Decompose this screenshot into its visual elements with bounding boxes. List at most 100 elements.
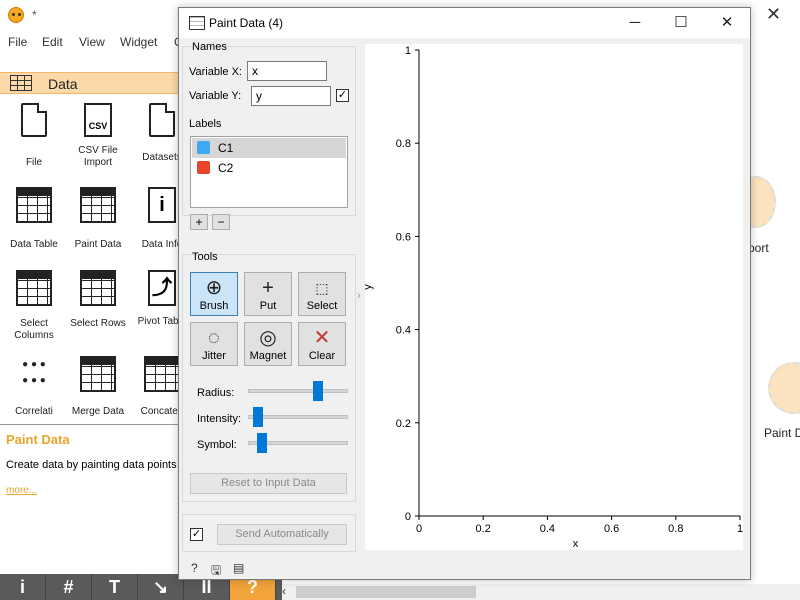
paint-plot-area[interactable]: 0 0.2 0.4 0.6 0.8 1 0 0.2 0.4 0.6 0.8 1 x y	[365, 44, 743, 550]
widget-label: Data Table	[10, 239, 58, 250]
widget-label: CSV File Import	[78, 145, 118, 168]
pivot-icon: ⤴	[148, 270, 176, 306]
variable-y-label: Variable Y:	[189, 90, 242, 102]
datasets-icon	[149, 103, 175, 137]
menu-widget[interactable]: Widget	[120, 35, 157, 49]
clear-tool-button[interactable]: ✕ Clear	[298, 322, 346, 366]
x-tick-label: 0.2	[476, 523, 491, 535]
widget-select-rows[interactable]: Select Rows	[66, 270, 130, 330]
widget-label: Correlati	[15, 406, 53, 417]
labels-list[interactable]: C1 C2	[190, 136, 348, 208]
intensity-slider[interactable]	[248, 415, 348, 419]
paint-data-dialog: Paint Data (4) ─ ☐ ✕ Names Variable X: V…	[178, 7, 751, 580]
variable-x-input[interactable]	[247, 61, 327, 81]
y-axis-label: y	[365, 284, 374, 290]
report-icon[interactable]: ▤	[233, 561, 244, 575]
widget-data-table[interactable]: Data Table	[2, 187, 66, 251]
label-name: C2	[218, 161, 234, 175]
brush-icon: ⊕	[205, 277, 223, 299]
table-icon	[16, 187, 52, 223]
category-header-data[interactable]: Data	[0, 72, 180, 94]
color-swatch	[197, 161, 210, 174]
widget-label: Merge Data	[71, 406, 125, 417]
variable-x-label: Variable X:	[189, 66, 242, 78]
send-automatically-checkbox[interactable]: ✓	[190, 528, 203, 541]
scrollbar-thumb[interactable]	[296, 586, 476, 598]
list-item-c2[interactable]: C2	[192, 158, 346, 178]
save-icon[interactable]: 🖫	[211, 561, 221, 582]
jitter-icon: ◌	[208, 327, 220, 349]
y-tick-label: 0.8	[396, 138, 411, 150]
brush-tool-button[interactable]: ⊕ Brush	[190, 272, 238, 316]
label-name: C1	[218, 141, 234, 155]
remove-label-button[interactable]: −	[212, 214, 230, 230]
magnet-icon: ◎	[259, 327, 277, 349]
tool-label: Put	[259, 300, 277, 312]
maximize-icon[interactable]: ☐	[669, 12, 693, 34]
text-toolbar-button[interactable]: T	[92, 574, 138, 600]
magnet-tool-button[interactable]: ◎ Magnet	[244, 322, 292, 366]
y-tick-label: 0.4	[396, 325, 411, 337]
variable-y-checkbox[interactable]: ✓	[336, 89, 349, 102]
reset-to-input-button[interactable]: Reset to Input Data	[190, 473, 347, 494]
canvas-node-label: port	[748, 241, 769, 255]
select-tool-button[interactable]: ⬚ Select	[298, 272, 346, 316]
widget-paint-data[interactable]: Paint Data	[66, 187, 130, 251]
close-icon[interactable]: ✕	[715, 12, 739, 34]
put-tool-button[interactable]: + Put	[244, 272, 292, 316]
x-tick-label: 0.4	[540, 523, 555, 535]
list-item-c1[interactable]: C1	[192, 138, 346, 158]
info-toolbar-button[interactable]: i	[0, 574, 46, 600]
canvas-node-paint-data[interactable]	[768, 362, 800, 414]
menu-file[interactable]: File	[8, 35, 27, 49]
symbol-slider-handle[interactable]	[257, 433, 267, 453]
menu-view[interactable]: View	[79, 35, 105, 49]
help-description: Create data by painting data points	[6, 459, 177, 471]
scroll-left-icon[interactable]: ‹	[282, 584, 286, 598]
data-category-icon	[10, 75, 32, 91]
labels-group-title: Labels	[189, 118, 222, 130]
radius-slider[interactable]	[248, 389, 348, 393]
widget-merge-data[interactable]: Merge Data	[66, 356, 130, 418]
y-tick-label: 0	[405, 511, 411, 523]
splitter-chevron-icon[interactable]: ›	[357, 290, 361, 302]
tool-label: Brush	[199, 300, 229, 312]
info-icon: i	[148, 187, 176, 223]
widget-select-columns[interactable]: Select Columns	[2, 270, 66, 342]
jitter-tool-button[interactable]: ◌ Jitter	[190, 322, 238, 366]
help-more-link[interactable]: more...	[6, 485, 37, 496]
x-tick-label: 1	[737, 523, 743, 535]
put-icon: +	[262, 277, 274, 299]
canvas-node-label: Paint D	[764, 426, 800, 440]
x-axis-label: x	[573, 538, 579, 550]
help-icon[interactable]: ?	[191, 561, 198, 575]
grid-toolbar-button[interactable]: #	[46, 574, 92, 600]
orange-logo-icon	[8, 7, 24, 23]
x-tick-label: 0.8	[668, 523, 683, 535]
widget-label: Paint Data	[74, 239, 122, 250]
help-title: Paint Data	[6, 432, 70, 447]
add-label-button[interactable]: +	[190, 214, 208, 230]
dialog-titlebar[interactable]: Paint Data (4) ─ ☐ ✕	[179, 8, 750, 38]
dialog-status-bar: ? 🖫 ▤	[179, 558, 750, 579]
widget-csv-file-import[interactable]: CSV CSV File Import	[66, 103, 130, 169]
minimize-icon[interactable]: ─	[623, 12, 647, 34]
symbol-label: Symbol:	[197, 439, 237, 451]
tool-label: Select	[306, 300, 338, 312]
widget-file[interactable]: File	[2, 103, 66, 169]
menu-edit[interactable]: Edit	[42, 35, 63, 49]
variable-y-input[interactable]	[251, 86, 331, 106]
x-tick-label: 0	[416, 523, 422, 535]
radius-slider-handle[interactable]	[312, 381, 323, 401]
scatter-plot[interactable]: 0 0.2 0.4 0.6 0.8 1 0 0.2 0.4 0.6 0.8 1 x y	[365, 44, 743, 550]
paint-data-icon	[189, 16, 205, 30]
tool-label: Jitter	[202, 350, 226, 362]
csv-icon: CSV	[84, 103, 112, 137]
main-close-icon[interactable]: ✕	[766, 4, 781, 25]
intensity-slider-handle[interactable]	[252, 407, 263, 427]
correlations-icon	[16, 356, 52, 392]
widget-correlations[interactable]: Correlati	[2, 356, 66, 418]
select-icon: ⬚	[315, 280, 329, 296]
send-automatically-button[interactable]: Send Automatically	[217, 524, 347, 545]
widget-label: File	[25, 157, 43, 168]
